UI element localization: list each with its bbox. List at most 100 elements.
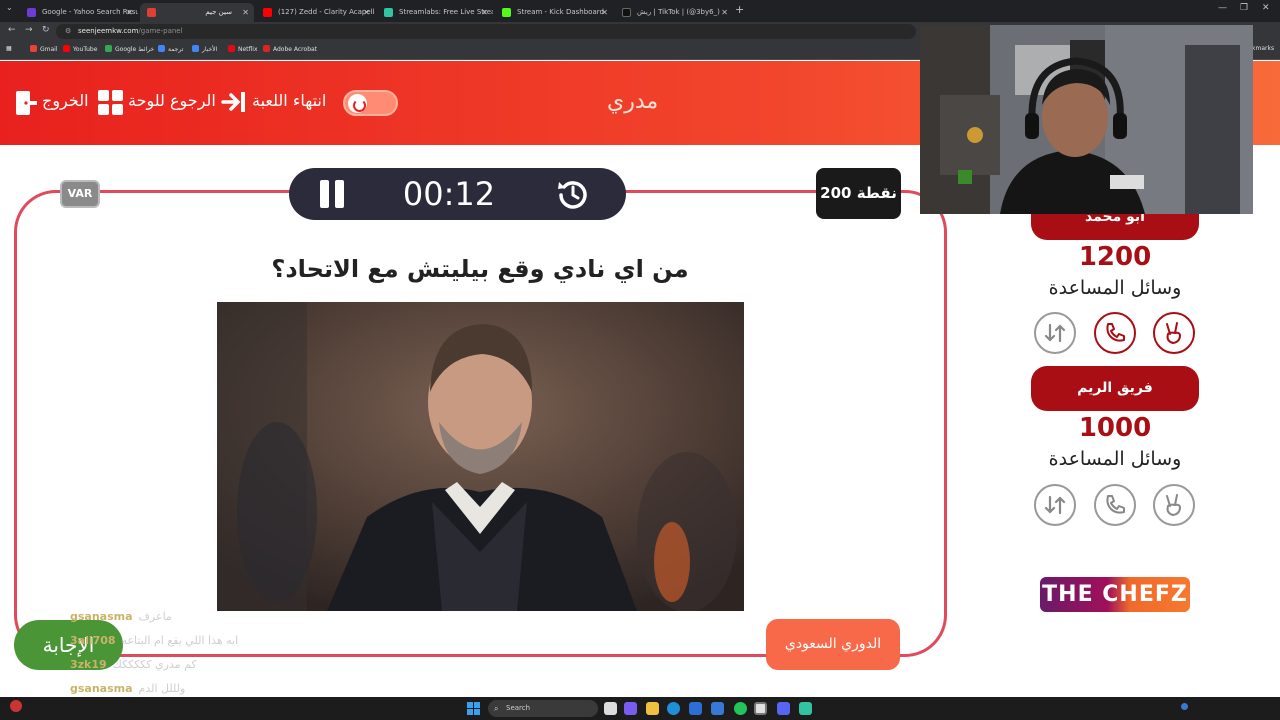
- pause-icon[interactable]: [319, 180, 347, 208]
- team-1-swap-aid[interactable]: [1034, 312, 1076, 354]
- bookmark-youtube[interactable]: YouTube: [63, 45, 97, 53]
- task-view-icon[interactable]: [604, 702, 617, 715]
- whatsapp-icon[interactable]: [734, 702, 747, 715]
- swap-icon: [1044, 495, 1066, 515]
- close-window-icon[interactable]: ✕: [1262, 3, 1270, 13]
- tab-youtube[interactable]: (127) Zedd - Clarity Acapella C ✕: [256, 3, 375, 22]
- taskbar-search-box[interactable]: ⌕ Search: [488, 700, 598, 717]
- back-icon[interactable]: ←: [8, 25, 16, 35]
- youtube-icon: [63, 45, 70, 52]
- toggle-knob: [348, 94, 367, 113]
- swap-icon: [1044, 323, 1066, 343]
- youtube-icon: [263, 8, 272, 17]
- exit-icon[interactable]: [14, 90, 38, 116]
- reload-icon[interactable]: ↻: [42, 25, 50, 35]
- tray-icon[interactable]: [1181, 703, 1188, 710]
- chat-user: 3ali708: [70, 634, 116, 647]
- team-2-two-answers-aid[interactable]: [1153, 484, 1195, 526]
- site-info-icon[interactable]: ⚙: [65, 24, 71, 39]
- new-tab-icon[interactable]: +: [735, 3, 744, 16]
- tab-kick-dashboard[interactable]: Stream - Kick Dashboard ✕: [495, 3, 613, 22]
- tab-search-icon[interactable]: ⌄: [6, 3, 13, 12]
- team-2-swap-aid[interactable]: [1034, 484, 1076, 526]
- chat-user: gsanasma: [70, 610, 133, 623]
- close-tab-icon[interactable]: ✕: [242, 3, 249, 22]
- minimize-icon[interactable]: —: [1218, 3, 1227, 13]
- team-2-call-aid[interactable]: [1094, 484, 1136, 526]
- all-bookmarks-link[interactable]: kmarks: [1252, 45, 1274, 52]
- close-tab-icon[interactable]: ✕: [363, 3, 370, 22]
- team-2-aids-label: وسائل المساعدة: [1048, 448, 1182, 470]
- close-tab-icon[interactable]: ✕: [481, 3, 488, 22]
- chat-user: gsanasma: [70, 682, 133, 695]
- streamlabs-icon: [384, 8, 393, 17]
- tab-yahoo-search[interactable]: Google - Yahoo Search Results ✕: [20, 3, 138, 22]
- apps-icon[interactable]: ▦: [6, 45, 12, 52]
- store-icon[interactable]: [689, 702, 702, 715]
- team-1-score[interactable]: 1200: [1040, 242, 1190, 272]
- mail-icon[interactable]: [711, 702, 724, 715]
- back-to-board-button[interactable]: الرجوع للوحة: [128, 91, 216, 110]
- victory-hand-icon: [1166, 322, 1182, 345]
- close-tab-icon[interactable]: ✕: [126, 3, 133, 22]
- bookmark-gmail[interactable]: Gmail: [30, 45, 58, 53]
- notification-icon[interactable]: [10, 700, 22, 712]
- bookmark-label: YouTube: [73, 46, 98, 53]
- bookmark-label: Gmail: [40, 46, 58, 53]
- webcam-overlay: [920, 25, 1253, 214]
- bookmark-label: الأخبار: [202, 46, 218, 53]
- chat-user: 3zk19: [70, 658, 107, 671]
- tab-tiktok[interactable]: ريش | TikTok | (@3by6_) ✕: [615, 3, 733, 22]
- chrome-icon[interactable]: [754, 702, 767, 715]
- chat-text: ولللل الدم: [138, 682, 186, 695]
- bookmark-label: ترجمة: [168, 46, 184, 53]
- exit-button[interactable]: الخروج: [42, 91, 89, 110]
- webcam-illustration: [920, 25, 1253, 214]
- bookmark-netflix[interactable]: Netflix: [228, 45, 258, 53]
- chat-text: ماعرف: [138, 610, 172, 623]
- chat-text: ايه هذا اللي يقع ام البتاعه: [121, 634, 239, 647]
- team-2-name: فريق الريم: [1031, 366, 1199, 411]
- windows-start-icon[interactable]: [467, 702, 480, 715]
- close-tab-icon[interactable]: ✕: [721, 3, 728, 22]
- question-text: من اي نادي وقع بيليتش مع الاتحاد؟: [271, 255, 689, 283]
- seen-jeem-icon: [147, 8, 156, 17]
- sponsor-logo: THE CHEFZ: [1040, 577, 1190, 612]
- team-1-two-answers-aid[interactable]: [1153, 312, 1195, 354]
- url-host: seenjeemkw.com: [78, 27, 139, 35]
- address-bar[interactable]: ⚙ seenjeemkw.com/game-panel: [56, 24, 916, 39]
- grid-icon[interactable]: [98, 90, 123, 115]
- maximize-icon[interactable]: ❐: [1240, 3, 1248, 13]
- restart-icon[interactable]: [556, 177, 590, 211]
- netflix-icon: [228, 45, 235, 52]
- bookmark-news[interactable]: الأخبار: [192, 45, 217, 53]
- tab-title: ريش | TikTok | (@3by6_): [637, 8, 720, 16]
- yahoo-icon: [27, 8, 36, 17]
- tab-seen-jeem[interactable]: سين جيم ✕: [140, 3, 254, 22]
- forward-icon[interactable]: →: [25, 25, 33, 35]
- bookmark-google-maps[interactable]: Google خرائط: [105, 45, 154, 53]
- streamlabs-taskbar-icon[interactable]: [799, 702, 812, 715]
- end-game-icon[interactable]: [221, 90, 247, 114]
- chat-text: كم مدري كككككك: [112, 658, 197, 671]
- copilot-icon[interactable]: [624, 702, 637, 715]
- discord-icon[interactable]: [777, 702, 790, 715]
- end-game-button[interactable]: انتهاء اللعبة: [252, 91, 326, 110]
- theme-toggle[interactable]: [343, 90, 398, 116]
- team-2-score[interactable]: 1000: [1040, 413, 1190, 443]
- bookmark-adobe-acrobat[interactable]: Adobe Acrobat: [263, 45, 317, 53]
- bookmark-label: Adobe Acrobat: [273, 46, 318, 53]
- edge-icon[interactable]: [667, 702, 680, 715]
- bookmark-label: Netflix: [238, 46, 258, 53]
- tab-title: Streamlabs: Free Live Streaming: [399, 8, 493, 16]
- tab-title: (127) Zedd - Clarity Acapella C: [278, 8, 375, 16]
- team-1-call-aid[interactable]: [1094, 312, 1136, 354]
- close-tab-icon[interactable]: ✕: [601, 3, 608, 22]
- var-button[interactable]: VAR: [60, 180, 100, 208]
- tab-streamlabs[interactable]: Streamlabs: Free Live Streaming ✕: [377, 3, 493, 22]
- points-badge: 200 نقطة: [816, 168, 901, 219]
- search-icon: ⌕: [494, 704, 499, 713]
- bookmark-translate[interactable]: ترجمة: [158, 45, 183, 53]
- file-explorer-icon[interactable]: [646, 702, 659, 715]
- taskbar-search-label: Search: [506, 704, 531, 712]
